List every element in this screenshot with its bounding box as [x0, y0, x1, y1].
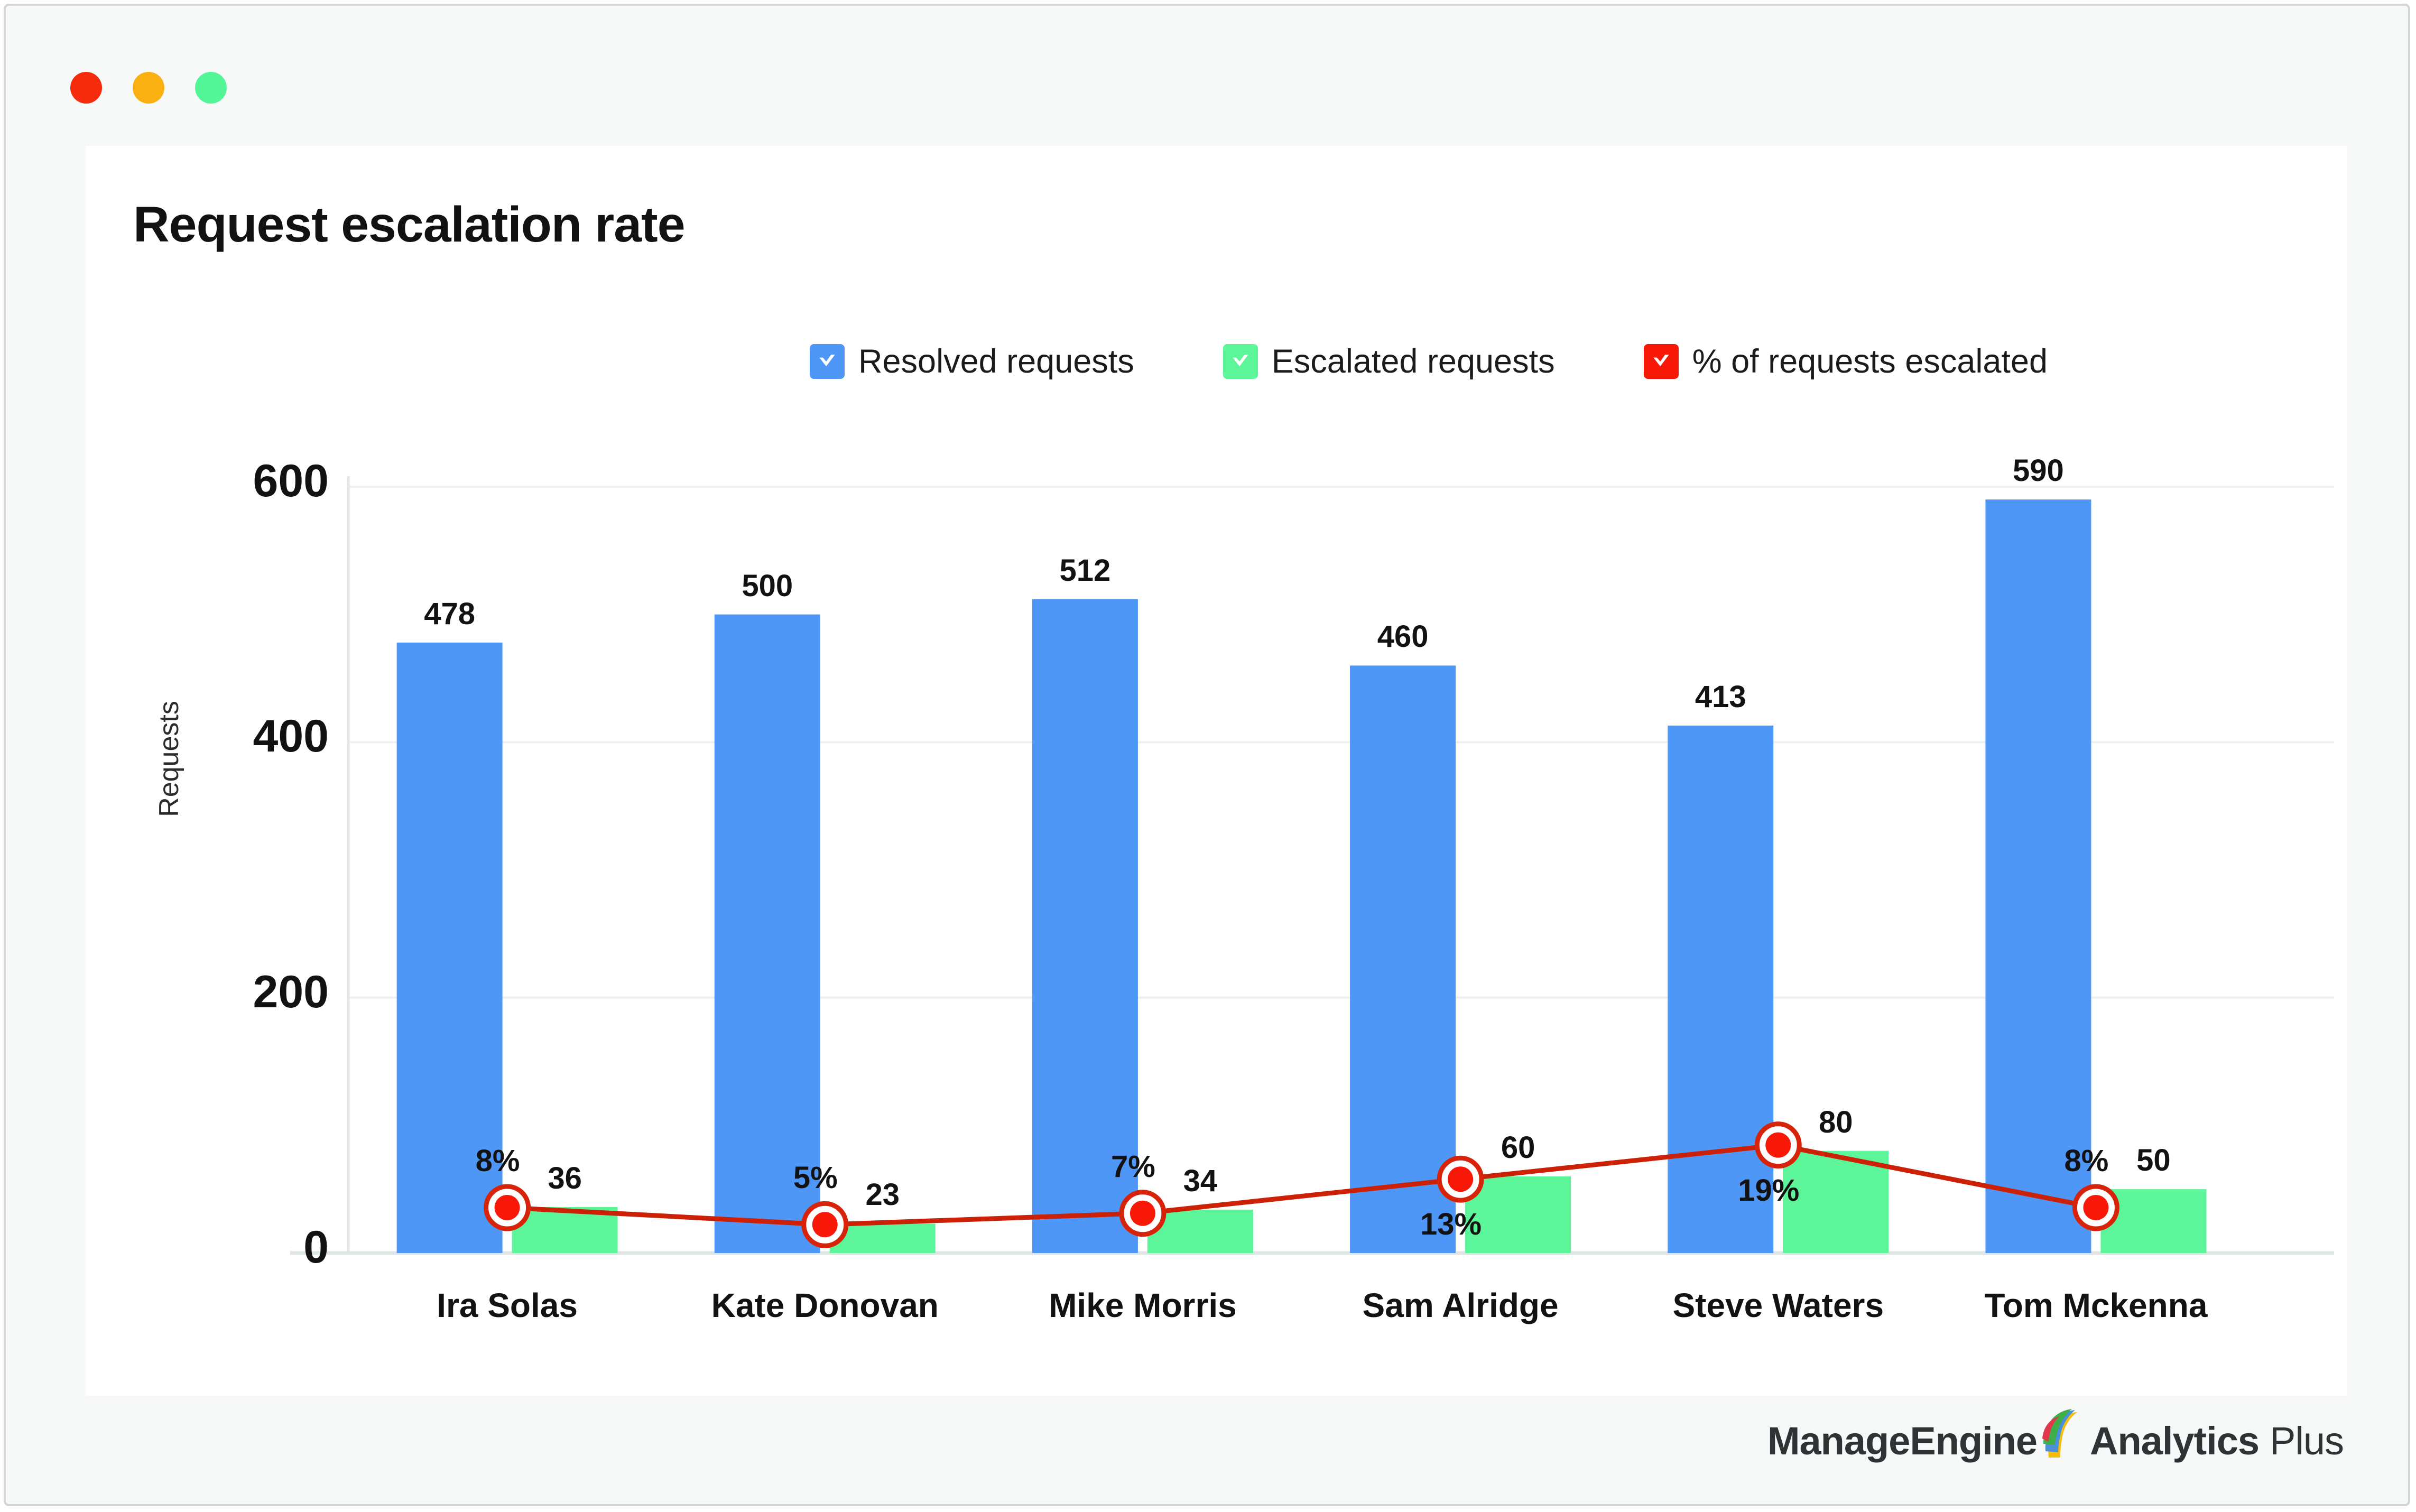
line-marker-percent-requests-escalated[interactable] — [494, 1194, 520, 1220]
line-value-label-percent: 7% — [1110, 1149, 1155, 1184]
legend-item-percent-requests-escalated[interactable]: % of requests escalated — [1643, 342, 2048, 381]
line-value-label-percent: 8% — [2064, 1143, 2109, 1178]
manageengine-analytics-plus-logo: Manage Engine Analytics Plus — [1767, 1408, 2344, 1461]
chart-svg — [290, 476, 2334, 1255]
checkbox-checked-icon[interactable] — [1643, 344, 1679, 379]
line-value-label-percent: 8% — [475, 1143, 520, 1178]
bar-value-label-resolved: 460 — [1377, 619, 1429, 654]
line-value-label-percent: 13% — [1420, 1207, 1482, 1242]
line-percent-requests-escalated — [507, 1143, 2097, 1227]
bar-value-label-resolved: 512 — [1059, 553, 1111, 588]
y-axis-tick-label: 600 — [253, 456, 329, 506]
legend-label: Resolved requests — [858, 343, 1134, 380]
legend-item-resolved-requests[interactable]: Resolved requests — [810, 342, 1134, 381]
bar-escalated-requests[interactable] — [2100, 1189, 2207, 1253]
checkbox-checked-icon[interactable] — [1223, 344, 1258, 379]
bar-escalated-requests[interactable] — [1783, 1151, 1889, 1253]
manageengine-swoosh-icon — [2040, 1407, 2087, 1460]
checkbox-checked-icon[interactable] — [810, 344, 845, 379]
bar-value-label-escalated: 50 — [2136, 1143, 2171, 1178]
x-axis-tick-label: Sam Alridge — [1362, 1286, 1559, 1324]
x-axis-tick-label: Kate Donovan — [711, 1286, 939, 1324]
y-axis-title: Requests — [154, 701, 184, 817]
line-marker-percent-requests-escalated[interactable] — [1448, 1166, 1474, 1192]
line-marker-ring — [484, 1184, 531, 1231]
x-axis-tick-label: Mike Morris — [1049, 1286, 1237, 1324]
bar-resolved-requests[interactable] — [1032, 599, 1138, 1253]
window-titlebar — [6, 6, 2408, 138]
bar-escalated-requests[interactable] — [1465, 1176, 1571, 1253]
bar-value-label-escalated: 36 — [548, 1161, 582, 1195]
card-footer: Manage Engine Analytics Plus — [6, 1393, 2408, 1504]
bar-escalated-requests[interactable] — [512, 1207, 618, 1253]
bar-escalated-requests[interactable] — [1147, 1209, 1253, 1253]
bar-value-label-escalated: 34 — [1183, 1163, 1218, 1198]
page-title: Request escalation rate — [133, 197, 686, 253]
bar-value-label-escalated: 23 — [865, 1177, 900, 1212]
y-axis-tick-label: 400 — [253, 711, 329, 762]
line-marker-percent-requests-escalated[interactable] — [2083, 1194, 2109, 1220]
bar-value-label-escalated: 60 — [1501, 1130, 1535, 1165]
line-marker-ring — [1754, 1121, 1802, 1169]
y-axis-tick-label: 0 — [303, 1222, 329, 1273]
legend-label: Escalated requests — [1271, 343, 1555, 380]
bar-resolved-requests[interactable] — [1985, 499, 2091, 1253]
y-axis-tick-label: 200 — [253, 966, 329, 1017]
legend-label: % of requests escalated — [1692, 343, 2048, 380]
line-marker-ring — [2072, 1184, 2119, 1231]
logo-text-analytics: Analytics — [2090, 1419, 2260, 1463]
bar-escalated-requests[interactable] — [829, 1223, 936, 1253]
bar-value-label-resolved: 500 — [742, 568, 793, 603]
line-value-label-percent: 5% — [793, 1161, 838, 1195]
line-marker-percent-requests-escalated[interactable] — [1765, 1132, 1791, 1158]
line-marker-ring — [801, 1201, 849, 1248]
bar-resolved-requests[interactable] — [1350, 665, 1456, 1253]
chart-legend: Resolved requests Escalated requests % o… — [810, 342, 2048, 381]
x-axis-tick-label: Ira Solas — [437, 1286, 578, 1324]
bar-value-label-resolved: 413 — [1695, 679, 1746, 714]
chart-card: Request escalation rate Resolved request… — [86, 146, 2347, 1396]
bar-resolved-requests[interactable] — [714, 614, 820, 1253]
window-close-button[interactable] — [70, 72, 102, 104]
bar-value-label-resolved: 590 — [2013, 453, 2064, 488]
bar-resolved-requests[interactable] — [396, 642, 503, 1253]
window-minimize-button[interactable] — [133, 72, 164, 104]
bar-value-label-resolved: 478 — [424, 596, 475, 631]
window-maximize-button[interactable] — [195, 72, 227, 104]
line-marker-percent-requests-escalated[interactable] — [812, 1212, 838, 1238]
bar-resolved-requests[interactable] — [1668, 725, 1774, 1253]
logo-text-engine: Engine — [1910, 1419, 2038, 1463]
legend-item-escalated-requests[interactable]: Escalated requests — [1223, 342, 1555, 381]
line-marker-ring — [1437, 1155, 1484, 1203]
chart-plot-area: Requests 0 200 400 600 Ira Solas Kate Donovan M… — [86, 146, 2347, 1396]
window-traffic-lights — [70, 72, 227, 104]
line-marker-ring — [1119, 1190, 1167, 1237]
bar-value-label-escalated: 80 — [1818, 1105, 1853, 1139]
logo-text-manage: Manage — [1767, 1419, 1911, 1463]
line-marker-percent-requests-escalated[interactable] — [1130, 1200, 1155, 1226]
app-window: Request escalation rate Resolved request… — [4, 4, 2410, 1506]
x-axis-tick-label: Steve Waters — [1672, 1286, 1884, 1324]
logo-text-plus: Plus — [2270, 1419, 2344, 1463]
line-value-label-percent: 19% — [1738, 1173, 1800, 1208]
x-axis-tick-label: Tom Mckenna — [1984, 1286, 2208, 1324]
